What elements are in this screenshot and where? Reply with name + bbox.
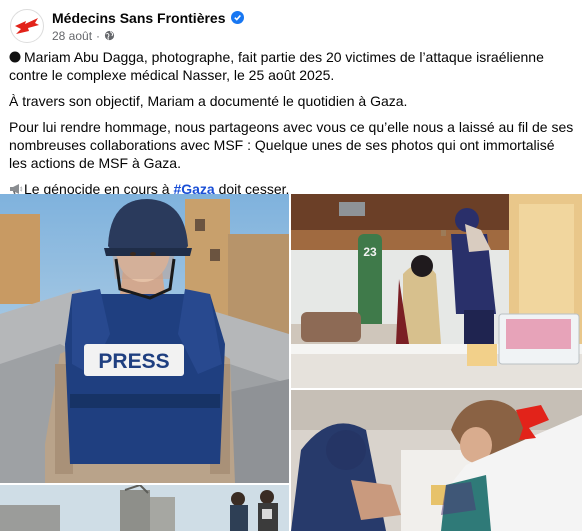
photo-damaged-street-image xyxy=(0,485,289,531)
photo-journalist-press-vest[interactable]: PRESS xyxy=(0,194,289,483)
post-date[interactable]: 28 août xyxy=(52,29,92,43)
page-name[interactable]: Médecins Sans Frontières xyxy=(52,10,226,26)
post-meta: Médecins Sans Frontières 28 août · xyxy=(52,10,244,43)
paragraph-2: À travers son objectif, Mariam a documen… xyxy=(9,93,408,109)
press-label: PRESS xyxy=(98,350,169,373)
post-text: Mariam Abu Dagga, photographe, fait part… xyxy=(9,48,574,206)
globe-icon xyxy=(104,30,115,41)
date-row: 28 août · xyxy=(52,29,244,43)
photo-damaged-street[interactable] xyxy=(0,485,289,531)
page-name-row: Médecins Sans Frontières xyxy=(52,10,244,26)
page-avatar[interactable] xyxy=(10,9,44,43)
photo-journalist-image: PRESS xyxy=(0,194,289,483)
photo-grid: PRESS 23 xyxy=(0,194,582,531)
paragraph-1-text: Mariam Abu Dagga, photographe, fait part… xyxy=(9,49,544,83)
photo-msf-consultation[interactable] xyxy=(291,390,582,531)
photo-hospital-ward-image: 23 xyxy=(291,194,582,388)
post-header: Médecins Sans Frontières 28 août · xyxy=(10,6,244,46)
separator-dot: · xyxy=(96,28,101,43)
oxygen-tank-number: 23 xyxy=(363,245,377,259)
paragraph-3: Pour lui rendre hommage, nous partageons… xyxy=(9,119,574,171)
photo-msf-consultation-image xyxy=(291,390,582,531)
facebook-post: Médecins Sans Frontières 28 août · Maria… xyxy=(0,0,582,531)
black-circle-icon xyxy=(9,51,21,63)
msf-logo-icon xyxy=(15,18,39,34)
verified-badge-icon xyxy=(230,11,244,24)
photo-hospital-ward[interactable]: 23 xyxy=(291,194,582,388)
paragraph-1: Mariam Abu Dagga, photographe, fait part… xyxy=(9,48,574,84)
